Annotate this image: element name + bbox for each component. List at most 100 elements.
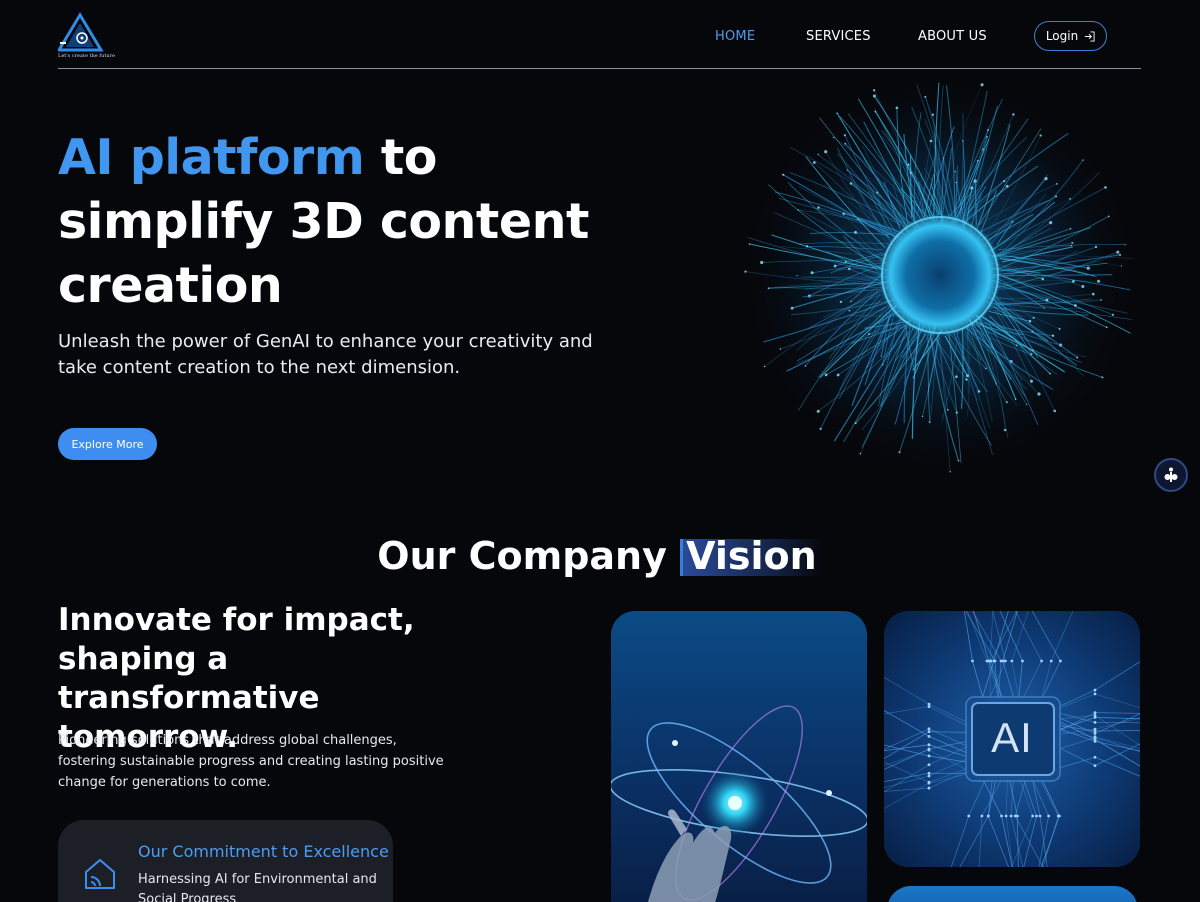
orb-particle bbox=[824, 150, 828, 154]
orb-particle bbox=[872, 89, 876, 92]
chip-trace bbox=[1023, 780, 1037, 867]
orb-particle bbox=[817, 153, 819, 156]
company-logo[interactable]: Let's create the future bbox=[56, 12, 115, 60]
orb-particle bbox=[1012, 113, 1015, 116]
hero-title: AI platform to simplify 3D content creat… bbox=[58, 126, 618, 318]
orb-particle bbox=[986, 136, 988, 138]
orb-particle bbox=[1100, 299, 1102, 301]
orb-particle bbox=[1069, 227, 1072, 230]
orb-particle bbox=[1058, 327, 1061, 330]
orb-particle bbox=[872, 94, 876, 98]
nav-home[interactable]: HOME bbox=[715, 29, 755, 44]
third-vision-image bbox=[887, 886, 1138, 902]
chip-node bbox=[1058, 814, 1061, 818]
chip-trace bbox=[1041, 611, 1074, 698]
orb-particle bbox=[1074, 304, 1077, 307]
atom-robot-hand-image bbox=[611, 611, 867, 902]
commitment-text: Harnessing AI for Environmental and Soci… bbox=[138, 872, 377, 902]
orb-particle bbox=[1076, 356, 1079, 359]
vision-description: Pioneering solutions that address global… bbox=[58, 733, 444, 790]
orb-particle bbox=[843, 134, 846, 137]
energy-orb-illustration bbox=[740, 75, 1140, 475]
chip-trace bbox=[1032, 780, 1048, 867]
orb-particle bbox=[977, 390, 981, 393]
orb-particle bbox=[1016, 344, 1018, 347]
orb-particle bbox=[955, 375, 958, 379]
orb-particle bbox=[1107, 215, 1110, 218]
orb-particle bbox=[1037, 392, 1041, 396]
orb-particle bbox=[1082, 159, 1084, 161]
orb-particle bbox=[928, 421, 931, 424]
orb-particle bbox=[848, 309, 851, 312]
chip-node bbox=[1000, 814, 1003, 818]
vision-section-title: Our Company Vision bbox=[0, 534, 1200, 578]
login-button[interactable]: Login bbox=[1034, 21, 1107, 51]
chip-node bbox=[1040, 659, 1043, 663]
orb-particle bbox=[1086, 266, 1090, 270]
orb-particle bbox=[1055, 183, 1058, 185]
orb-particle bbox=[898, 451, 901, 454]
atom-illustration bbox=[611, 705, 867, 902]
chip-node bbox=[1031, 814, 1035, 818]
chip-node bbox=[1049, 659, 1053, 663]
orb-particle bbox=[882, 364, 884, 366]
orb-particle bbox=[1044, 177, 1048, 181]
orb-particle bbox=[790, 306, 794, 310]
orb-particle bbox=[1072, 280, 1075, 283]
orb-particle bbox=[1124, 244, 1126, 246]
orb-particle bbox=[980, 83, 984, 87]
orb-particle bbox=[779, 348, 782, 350]
chip-node bbox=[985, 659, 989, 663]
commitment-card[interactable]: Our Commitment to Excellence Harnessing … bbox=[58, 820, 393, 902]
orb-particle bbox=[909, 171, 912, 174]
orb-particle bbox=[859, 452, 862, 455]
chip-trace bbox=[1040, 780, 1059, 867]
orb-particle bbox=[854, 230, 857, 234]
orb-particle bbox=[1105, 326, 1108, 329]
orb-particle bbox=[1014, 398, 1017, 401]
orb-particle bbox=[931, 113, 934, 116]
orb-particle bbox=[985, 367, 987, 370]
chip-node bbox=[1059, 659, 1062, 663]
chip-node bbox=[986, 814, 990, 818]
vision-title-part1: Our Company bbox=[377, 534, 667, 578]
orb-particle bbox=[1049, 372, 1051, 375]
hero-title-accent: AI platform bbox=[58, 129, 365, 186]
chip-node bbox=[1004, 814, 1008, 818]
orb-particle bbox=[804, 365, 807, 367]
chip-trace bbox=[1011, 780, 1034, 867]
home-signal-icon bbox=[85, 859, 115, 889]
nav-about-us[interactable]: ABOUT US bbox=[918, 29, 987, 44]
chip-node bbox=[1009, 814, 1013, 818]
chip-node bbox=[927, 771, 931, 775]
logo-tagline: Let's create the future bbox=[58, 53, 115, 59]
orb-particle bbox=[1097, 279, 1101, 283]
orb-particle bbox=[1003, 180, 1006, 183]
chip-trace bbox=[983, 780, 1013, 867]
orb-particle bbox=[1081, 285, 1085, 288]
chip-node bbox=[992, 659, 996, 663]
chip-node bbox=[927, 786, 931, 790]
ai-chip-label: AI bbox=[991, 714, 1033, 761]
chip-node bbox=[1093, 764, 1097, 768]
orb-particle bbox=[833, 264, 837, 268]
orb-particle bbox=[973, 179, 977, 183]
orb-particle bbox=[1071, 241, 1074, 244]
vision-title-highlight: Vision bbox=[680, 534, 823, 578]
orb-particle bbox=[1005, 401, 1008, 404]
orb-particle bbox=[921, 415, 924, 418]
explore-more-button[interactable]: Explore More bbox=[58, 428, 157, 460]
chip-node bbox=[1021, 659, 1024, 663]
login-arrow-icon bbox=[1085, 30, 1095, 42]
chip-trace bbox=[987, 780, 1009, 867]
orb-particle bbox=[767, 287, 770, 290]
accessibility-widget-button[interactable] bbox=[1154, 458, 1188, 492]
orb-particle bbox=[1028, 319, 1032, 323]
chip-node bbox=[1038, 814, 1042, 818]
nav-services[interactable]: SERVICES bbox=[806, 29, 871, 44]
chip-node bbox=[1047, 814, 1051, 818]
chip-node bbox=[1003, 659, 1007, 663]
orb-particle bbox=[748, 243, 751, 245]
orb-particle bbox=[949, 471, 951, 473]
orb-particle bbox=[970, 186, 974, 190]
